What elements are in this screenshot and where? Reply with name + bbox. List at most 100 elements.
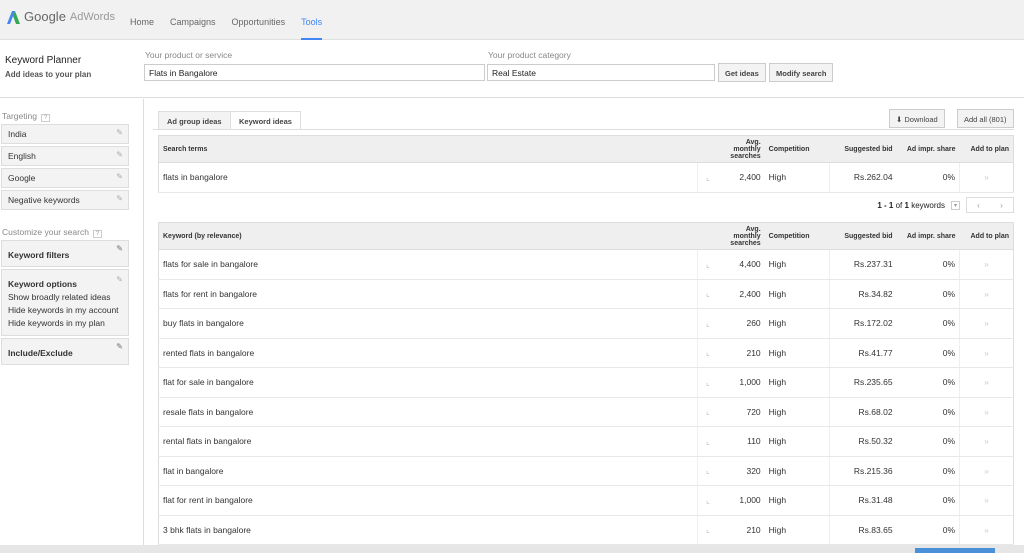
col-keyword[interactable]: Keyword (by relevance) xyxy=(158,222,698,250)
target-network[interactable]: Google ✎ xyxy=(1,168,129,188)
trend-chart-icon[interactable]: ⌞ xyxy=(697,308,718,339)
nav-campaigns[interactable]: Campaigns xyxy=(170,17,216,27)
bid-cell: Rs.237.31 xyxy=(829,249,897,280)
top-bar: Google AdWords Home Campaigns Opportunit… xyxy=(0,0,1024,40)
pagination: 1 - 1 of 1 keywords ▾ ‹ › xyxy=(877,197,1014,213)
pencil-icon: ✎ xyxy=(116,172,123,181)
searches-cell: 320 xyxy=(717,456,765,486)
table-header: Search terms Avg. monthly searches Compe… xyxy=(158,135,1014,163)
add-to-plan-icon[interactable]: » xyxy=(959,249,1014,280)
get-ideas-button[interactable]: Get ideas xyxy=(718,63,766,82)
add-all-button[interactable]: Add all (801) xyxy=(957,109,1014,128)
searches-cell: 1,000 xyxy=(717,367,765,398)
bid-cell: Rs.215.36 xyxy=(829,456,897,486)
add-to-plan-icon[interactable]: » xyxy=(959,397,1014,427)
download-button[interactable]: ⬇ Download xyxy=(889,109,945,128)
keyword-cell: flat for rent in bangalore xyxy=(158,485,698,516)
table-header: Keyword (by relevance) Avg. monthly sear… xyxy=(158,222,1014,250)
add-to-plan-icon[interactable]: » xyxy=(959,456,1014,486)
searches-cell: 210 xyxy=(717,515,765,545)
col-competition[interactable]: Competition xyxy=(764,222,830,250)
trend-chart-icon[interactable]: ⌞ xyxy=(697,249,718,280)
add-to-plan-icon[interactable]: » xyxy=(959,485,1014,516)
search-terms-table: Search terms Avg. monthly searches Compe… xyxy=(158,135,1014,193)
tab-keyword-ideas[interactable]: Keyword ideas xyxy=(230,111,301,130)
nav-tools[interactable]: Tools xyxy=(301,17,323,40)
keyword-filters[interactable]: Keyword filters ✎ xyxy=(1,240,129,267)
include-exclude[interactable]: Include/Exclude ✎ xyxy=(1,338,129,365)
add-to-plan-icon[interactable]: » xyxy=(959,426,1014,457)
table-row: flats for sale in bangalore ⌞ 4,400 High… xyxy=(158,249,1014,280)
trend-chart-icon[interactable]: ⌞ xyxy=(697,338,718,368)
dropdown-icon[interactable]: ▾ xyxy=(950,200,960,210)
pager-text: 1 - 1 of 1 keywords xyxy=(877,200,945,210)
competition-cell: High xyxy=(764,367,830,398)
col-searches[interactable]: Avg. monthly searches xyxy=(717,222,765,250)
category-input[interactable]: Real Estate xyxy=(487,64,715,81)
keyword-cell: resale flats in bangalore xyxy=(158,397,698,427)
modify-search-button[interactable]: Modify search xyxy=(769,63,834,82)
target-language[interactable]: English ✎ xyxy=(1,146,129,166)
results-panel: Ad group ideas Keyword ideas ⬇ Download … xyxy=(145,99,1024,545)
help-icon[interactable]: ? xyxy=(40,114,51,122)
add-to-plan-icon[interactable]: » xyxy=(959,279,1014,309)
share-cell: 0% xyxy=(896,162,960,193)
col-share[interactable]: Ad impr. share xyxy=(896,222,960,250)
add-to-plan-icon[interactable]: » xyxy=(959,338,1014,368)
product-label: Your product or service xyxy=(145,50,233,60)
trend-chart-icon[interactable]: ⌞ xyxy=(697,515,718,545)
searches-cell: 4,400 xyxy=(717,249,765,280)
competition-cell: High xyxy=(764,397,830,427)
share-cell: 0% xyxy=(896,485,960,516)
include-label: Include/Exclude xyxy=(8,348,73,358)
prev-page-icon[interactable]: ‹ xyxy=(977,201,980,210)
target-negative-keywords[interactable]: Negative keywords ✎ xyxy=(1,190,129,210)
tab-ad-group-ideas[interactable]: Ad group ideas xyxy=(158,111,231,129)
col-share[interactable]: Ad impr. share xyxy=(896,135,960,163)
competition-cell: High xyxy=(764,515,830,545)
option-item: Show broadly related ideas xyxy=(8,292,111,302)
bid-cell: Rs.34.82 xyxy=(829,279,897,309)
add-to-plan-icon[interactable]: » xyxy=(959,515,1014,545)
keyword-options[interactable]: Keyword options Show broadly related ide… xyxy=(1,269,129,336)
col-add: Add to plan xyxy=(959,135,1014,163)
target-label: Google xyxy=(8,173,36,183)
table-row: flats for rent in bangalore ⌞ 2,400 High… xyxy=(158,279,1014,309)
bid-cell: Rs.50.32 xyxy=(829,426,897,457)
share-cell: 0% xyxy=(896,338,960,368)
product-input[interactable]: Flats in Bangalore xyxy=(144,64,485,81)
competition-cell: High xyxy=(764,426,830,457)
table-row: flat for rent in bangalore ⌞ 1,000 High … xyxy=(158,485,1014,516)
col-searches[interactable]: Avg. monthly searches xyxy=(717,135,765,163)
trend-chart-icon[interactable]: ⌞ xyxy=(697,456,718,486)
main-nav: Home Campaigns Opportunities Tools xyxy=(130,17,323,40)
add-to-plan-icon[interactable]: » xyxy=(959,308,1014,339)
col-competition[interactable]: Competition xyxy=(764,135,830,163)
col-search-terms[interactable]: Search terms xyxy=(158,135,698,163)
add-to-plan-icon[interactable]: » xyxy=(959,367,1014,398)
trend-chart-icon[interactable]: ⌞ xyxy=(697,485,718,516)
help-icon[interactable]: ? xyxy=(92,230,103,238)
target-location[interactable]: India ✎ xyxy=(1,124,129,144)
searches-cell: 2,400 xyxy=(717,162,765,193)
options-title: Keyword options xyxy=(8,279,77,289)
table-row: rented flats in bangalore ⌞ 210 High Rs.… xyxy=(158,338,1014,368)
add-to-plan-icon[interactable]: » xyxy=(959,162,1014,193)
targeting-heading: Targeting? xyxy=(2,111,51,122)
share-cell: 0% xyxy=(896,397,960,427)
tab-divider xyxy=(153,129,1014,130)
scroll-indicator[interactable] xyxy=(915,548,995,553)
adwords-logo[interactable]: Google AdWords xyxy=(6,9,115,24)
nav-home[interactable]: Home xyxy=(130,17,154,27)
trend-chart-icon[interactable]: ⌞ xyxy=(697,367,718,398)
col-bid[interactable]: Suggested bid xyxy=(829,135,897,163)
trend-chart-icon[interactable]: ⌞ xyxy=(697,426,718,457)
trend-chart-icon[interactable]: ⌞ xyxy=(697,279,718,309)
nav-opportunities[interactable]: Opportunities xyxy=(232,17,286,27)
trend-chart-icon[interactable]: ⌞ xyxy=(697,162,718,193)
col-bid[interactable]: Suggested bid xyxy=(829,222,897,250)
searches-cell: 110 xyxy=(717,426,765,457)
next-page-icon[interactable]: › xyxy=(1000,201,1003,210)
trend-chart-icon[interactable]: ⌞ xyxy=(697,397,718,427)
table-row: flat for sale in bangalore ⌞ 1,000 High … xyxy=(158,367,1014,398)
